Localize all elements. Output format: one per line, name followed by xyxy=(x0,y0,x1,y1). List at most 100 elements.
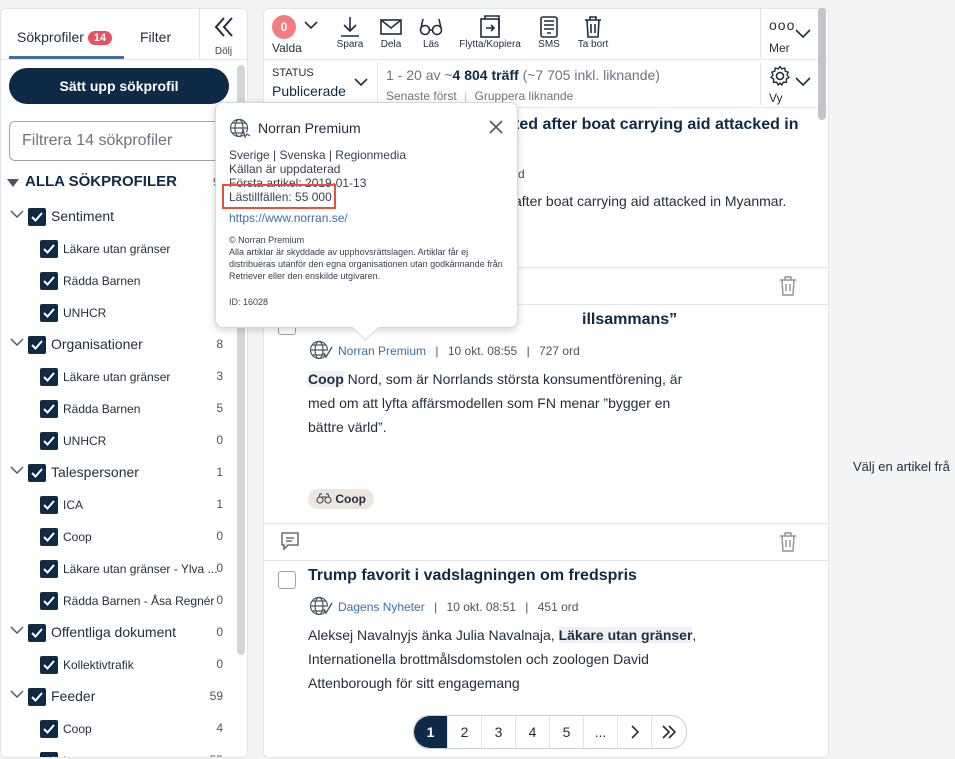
tab-filter[interactable]: Filter xyxy=(140,29,171,45)
profile-count: 59 xyxy=(209,689,223,703)
view-button[interactable]: Vy xyxy=(769,63,819,107)
collapse-label: Dölj xyxy=(214,46,233,57)
checkbox-checked[interactable] xyxy=(40,720,58,738)
checkbox-checked[interactable] xyxy=(40,560,58,578)
comment-icon[interactable] xyxy=(280,531,300,551)
checkbox-checked[interactable] xyxy=(40,304,58,322)
checkbox-checked[interactable] xyxy=(40,400,58,418)
profile-item-label: Coop xyxy=(63,530,92,544)
article-source-link[interactable]: Norran Premium xyxy=(338,344,426,358)
profile-group[interactable]: Talespersoner 1 xyxy=(1,457,231,489)
profile-item[interactable]: Rädda Barnen 5 xyxy=(1,393,231,425)
trash-icon xyxy=(585,16,601,38)
sort-option[interactable]: Senaste först xyxy=(386,89,457,103)
checkbox-checked[interactable] xyxy=(40,432,58,450)
profile-item[interactable]: Läkare utan gränser xyxy=(1,233,231,265)
page-5-button[interactable]: 5 xyxy=(550,716,584,748)
article-title[interactable]: illsammans” xyxy=(582,311,677,329)
page-2-button[interactable]: 2 xyxy=(448,716,482,748)
group-similar-option[interactable]: Gruppera liknande xyxy=(475,89,574,103)
article-word-count: 727 ord xyxy=(539,344,580,358)
profile-item[interactable]: Kollektivtrafik 0 xyxy=(1,649,231,681)
main-scrollbar[interactable] xyxy=(818,8,826,120)
profile-item[interactable]: Ica 55 xyxy=(1,745,231,757)
page-4-button[interactable]: 4 xyxy=(516,716,550,748)
profile-item[interactable]: UNHCR xyxy=(1,297,231,329)
article-snippet: Coop Nord, som är Norrlands största kons… xyxy=(308,367,698,439)
chevron-down-icon[interactable] xyxy=(10,209,24,219)
setup-search-profile-button[interactable]: Sätt upp sökprofil xyxy=(9,68,229,104)
trash-icon[interactable] xyxy=(778,275,798,297)
check-icon xyxy=(43,276,55,286)
profile-item-label: ICA xyxy=(63,498,84,512)
profile-item[interactable]: Coop 4 xyxy=(1,713,231,745)
checkbox-checked[interactable] xyxy=(28,208,46,226)
collapse-sidebar-button[interactable]: Dölj xyxy=(199,9,247,59)
checkbox-checked[interactable] xyxy=(40,592,58,610)
profile-group[interactable]: Offentliga dokument 0 xyxy=(1,617,231,649)
checkbox-checked[interactable] xyxy=(40,368,58,386)
chevron-down-icon[interactable] xyxy=(10,337,24,347)
profile-group[interactable]: Organisationer 8 xyxy=(1,329,231,361)
close-icon[interactable] xyxy=(489,120,503,134)
article-meta: Norran Premium | 10 okt. 08:55 | 727 ord xyxy=(338,344,580,358)
checkbox-checked[interactable] xyxy=(40,496,58,514)
selected-label: Valda xyxy=(272,41,302,55)
chevron-down-icon[interactable] xyxy=(10,465,24,475)
more-button[interactable]: ooo Mer xyxy=(769,15,819,57)
all-profiles-header[interactable]: ALLA SÖKPROFILER 9 xyxy=(7,173,237,195)
sms-button[interactable]: SMS xyxy=(536,15,562,50)
profile-item[interactable]: Rädda Barnen xyxy=(1,265,231,297)
checkbox-checked[interactable] xyxy=(28,624,46,642)
status-select[interactable]: Publicerade xyxy=(272,83,346,99)
checkbox-checked[interactable] xyxy=(40,752,58,757)
profile-group[interactable]: Sentiment xyxy=(1,201,231,233)
checkbox-checked[interactable] xyxy=(40,272,58,290)
read-button[interactable]: Läs xyxy=(418,15,444,50)
article-checkbox[interactable] xyxy=(278,571,296,589)
tab-search-profiles[interactable]: Sökprofiler 14 xyxy=(17,29,113,45)
profile-tag-chip[interactable]: Coop xyxy=(308,489,374,509)
share-button[interactable]: Dela xyxy=(378,15,404,50)
page-3-button[interactable]: 3 xyxy=(482,716,516,748)
next-page-button[interactable] xyxy=(618,716,652,748)
trash-icon[interactable] xyxy=(778,531,798,553)
move-copy-button[interactable]: Flytta/Kopiera xyxy=(458,15,522,50)
last-page-button[interactable] xyxy=(652,716,685,748)
chevron-down-icon[interactable] xyxy=(10,625,24,635)
chevron-down-icon[interactable] xyxy=(10,689,24,699)
checkbox-checked[interactable] xyxy=(28,464,46,482)
checkbox-checked[interactable] xyxy=(40,240,58,258)
profile-item-label: Rädda Barnen xyxy=(63,274,141,288)
article-source-link[interactable]: Dagens Nyheter xyxy=(338,600,425,614)
checkbox-checked[interactable] xyxy=(28,688,46,706)
profile-group[interactable]: Feeder 59 xyxy=(1,681,231,713)
chevron-down-icon[interactable] xyxy=(354,77,368,87)
page-1-button[interactable]: 1 xyxy=(414,716,448,748)
profile-item[interactable]: UNHCR 0 xyxy=(1,425,231,457)
results-similar: (~7 705 inkl. liknande) xyxy=(518,67,660,83)
profile-item[interactable]: ICA 1 xyxy=(1,489,231,521)
profile-item[interactable]: Läkare utan gränser 3 xyxy=(1,361,231,393)
profile-item[interactable]: Rädda Barnen - Åsa Regnér 0 xyxy=(1,585,231,617)
filter-profiles-input[interactable] xyxy=(9,121,229,161)
article-title[interactable]: Trump favorit i vadslagningen om fredspr… xyxy=(308,567,637,585)
view-label: Vy xyxy=(769,91,783,105)
delete-button[interactable]: Ta bort xyxy=(576,15,610,50)
chevron-down-icon[interactable] xyxy=(304,20,318,30)
profile-item-label: UNHCR xyxy=(63,306,107,320)
profile-count: 5 xyxy=(216,401,223,415)
source-url-link[interactable]: https://www.norran.se/ xyxy=(229,211,348,225)
checkbox-checked[interactable] xyxy=(28,336,46,354)
save-button[interactable]: Spara xyxy=(336,15,364,50)
checkbox-checked[interactable] xyxy=(40,528,58,546)
check-icon xyxy=(43,308,55,318)
profile-item[interactable]: Läkare utan gränser - Ylva ... 0 xyxy=(1,553,231,585)
highlighted-term: Coop xyxy=(308,371,344,387)
separator: | xyxy=(526,344,530,358)
article-title[interactable]: ted after boat carrying aid attacked in xyxy=(514,116,799,134)
toolbar-divider xyxy=(760,9,761,59)
checkbox-checked[interactable] xyxy=(40,656,58,674)
profile-item[interactable]: Coop 0 xyxy=(1,521,231,553)
article-snippet: Aleksej Navalnyjs änka Julia Navalnaja, … xyxy=(308,623,703,695)
